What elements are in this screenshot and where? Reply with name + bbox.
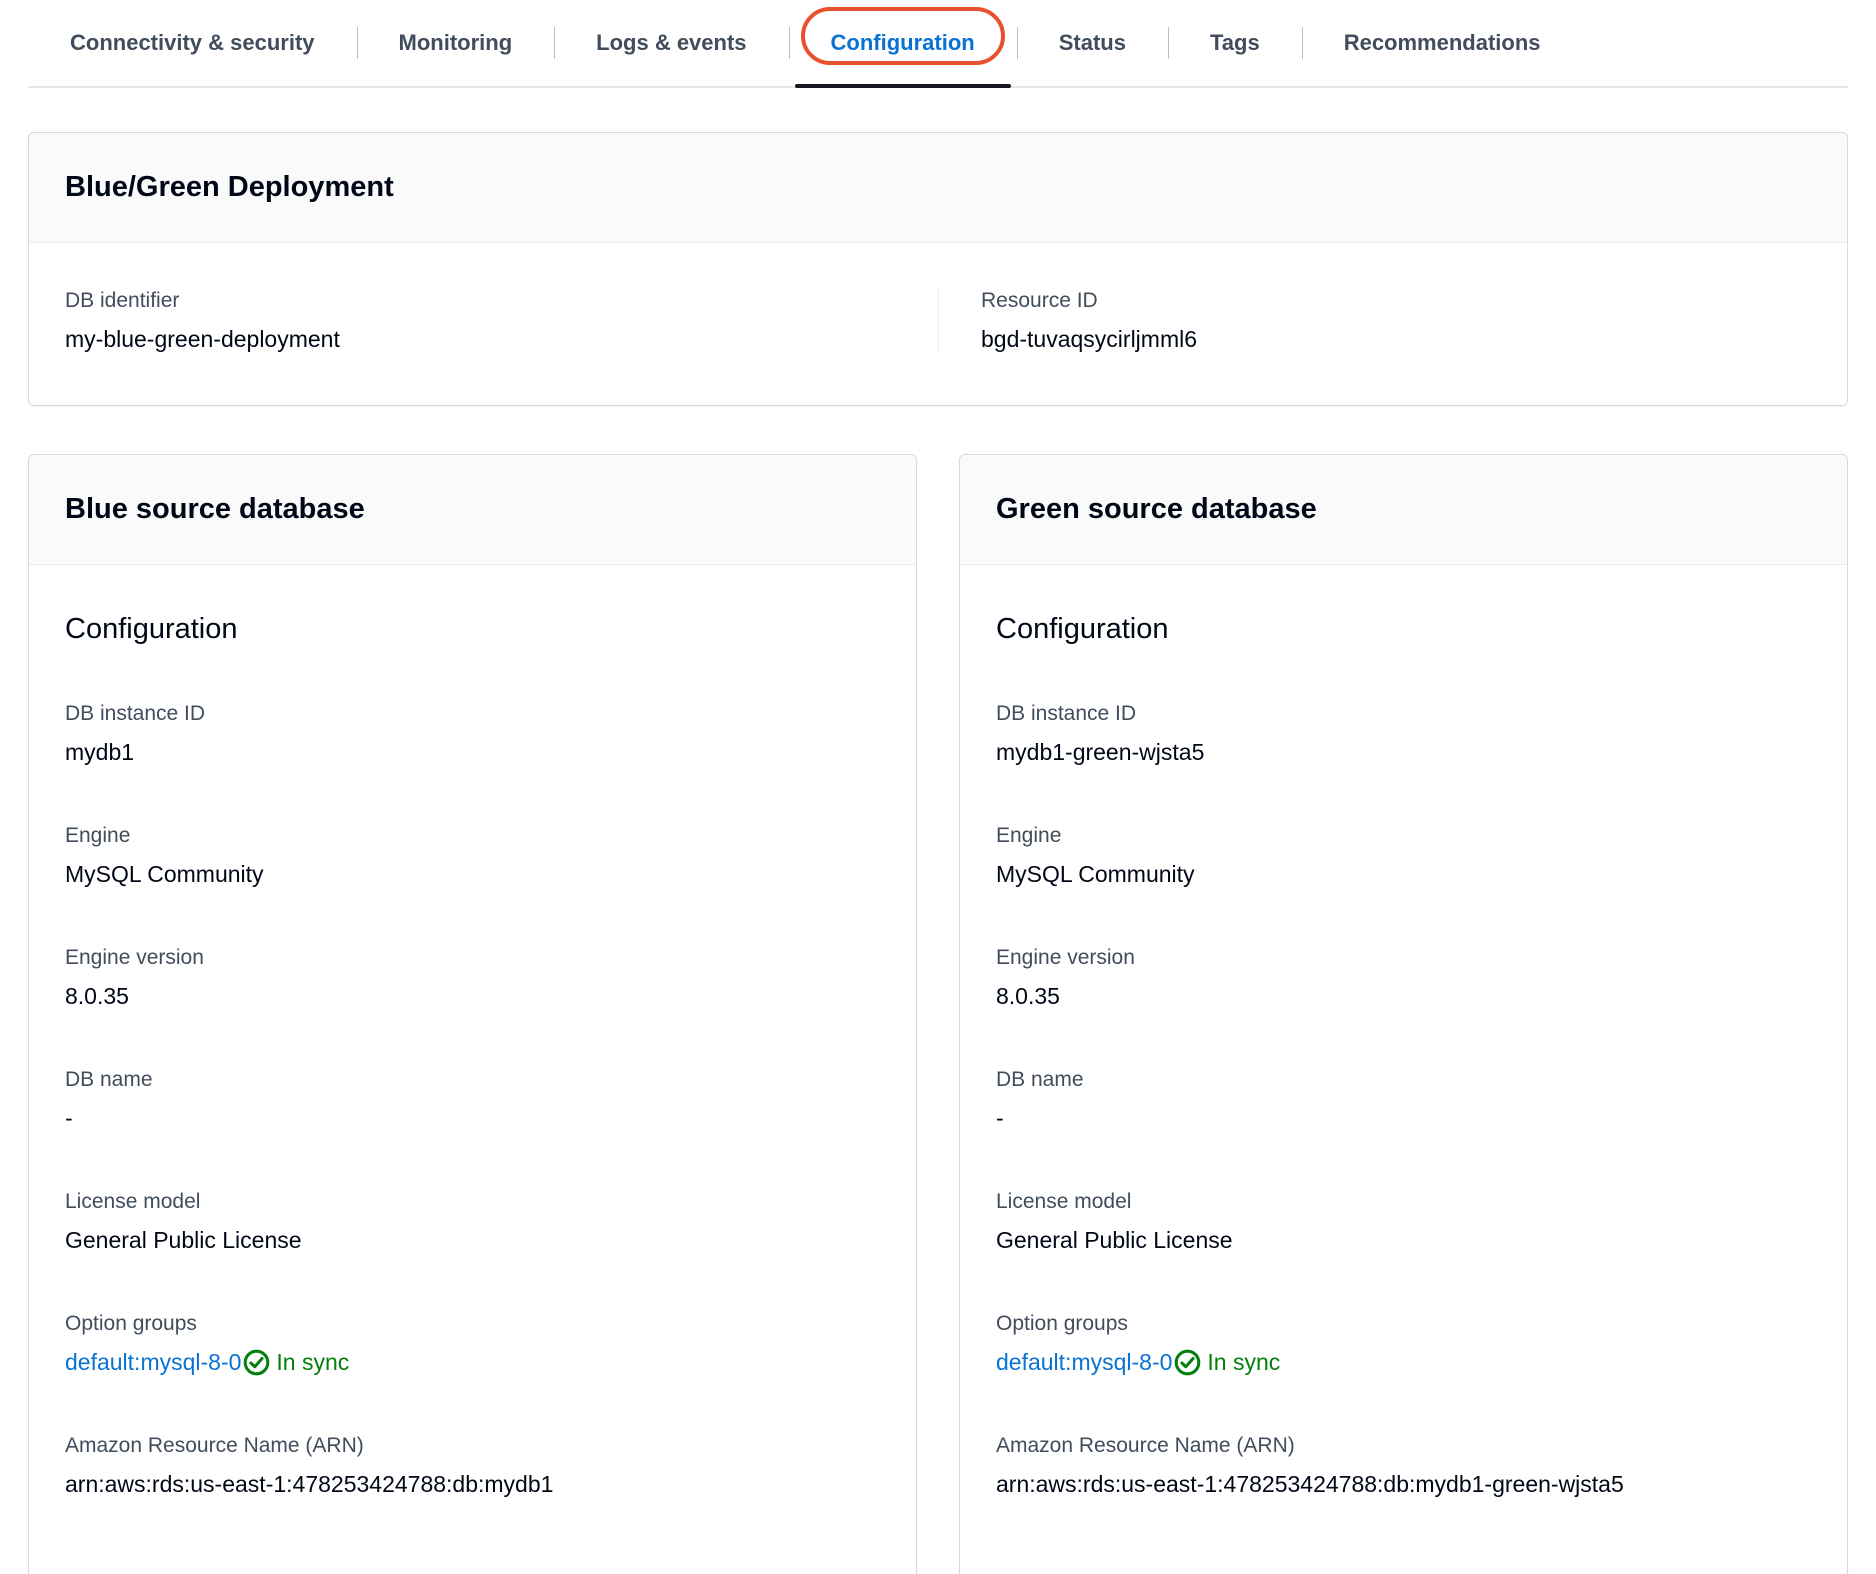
db-identifier-field: DB identifier my-blue-green-deployment [65, 289, 938, 353]
in-sync-label: In sync [1207, 1349, 1280, 1376]
tab-label: Recommendations [1344, 30, 1541, 56]
tab-label: Status [1059, 30, 1126, 56]
section-title: Configuration [996, 613, 1811, 646]
field-label: Amazon Resource Name (ARN) [65, 1434, 880, 1458]
rds-configuration-page: Connectivity & security Monitoring Logs … [0, 0, 1876, 1574]
database-cards-grid: Blue source database Configuration DB in… [28, 454, 1848, 1574]
field-value: 8.0.35 [996, 983, 1811, 1010]
tab-label: Logs & events [596, 30, 746, 56]
card-title: Green source database [996, 493, 1811, 526]
tab-label: Monitoring [399, 30, 513, 56]
field-value: MySQL Community [996, 861, 1811, 888]
field-value: mydb1-green-wjsta5 [996, 739, 1811, 766]
tab-status[interactable]: Status [1017, 0, 1168, 86]
arn-field: Amazon Resource Name (ARN) arn:aws:rds:u… [996, 1434, 1811, 1498]
field-label: Engine [996, 824, 1811, 848]
deployment-card-body: DB identifier my-blue-green-deployment R… [29, 243, 1847, 405]
field-value: General Public License [996, 1227, 1811, 1254]
db-name-field: DB name - [65, 1068, 880, 1132]
engine-version-field: Engine version 8.0.35 [996, 946, 1811, 1010]
card-header: Blue source database [29, 455, 916, 565]
license-model-field: License model General Public License [996, 1190, 1811, 1254]
blue-source-database-card: Blue source database Configuration DB in… [28, 454, 917, 1574]
field-label: Option groups [65, 1312, 880, 1336]
db-instance-id-field: DB instance ID mydb1-green-wjsta5 [996, 702, 1811, 766]
tab-monitoring[interactable]: Monitoring [357, 0, 555, 86]
field-label: Engine version [996, 946, 1811, 970]
field-value: MySQL Community [65, 861, 880, 888]
tab-recommendations[interactable]: Recommendations [1302, 0, 1583, 86]
field-value: my-blue-green-deployment [65, 326, 938, 353]
option-groups-field: Option groups default:mysql-8-0 In sync [65, 1312, 880, 1376]
field-value: arn:aws:rds:us-east-1:478253424788:db:my… [65, 1471, 880, 1498]
tab-tags[interactable]: Tags [1168, 0, 1302, 86]
field-value: General Public License [65, 1227, 880, 1254]
engine-version-field: Engine version 8.0.35 [65, 946, 880, 1010]
tab-connectivity-security[interactable]: Connectivity & security [28, 0, 357, 86]
green-source-database-card: Green source database Configuration DB i… [959, 454, 1848, 1574]
deployment-left-column: DB identifier my-blue-green-deployment [65, 289, 938, 353]
tab-logs-events[interactable]: Logs & events [554, 0, 788, 86]
field-value: - [996, 1105, 1811, 1132]
db-name-field: DB name - [996, 1068, 1811, 1132]
field-label: Engine [65, 824, 880, 848]
field-label: Resource ID [981, 289, 1811, 313]
card-header: Blue/Green Deployment [29, 133, 1847, 243]
in-sync-label: In sync [276, 1349, 349, 1376]
resource-id-field: Resource ID bgd-tuvaqsycirljmml6 [981, 289, 1811, 353]
tab-label: Configuration [831, 30, 975, 56]
tab-configuration[interactable]: Configuration [789, 0, 1017, 86]
field-label: DB identifier [65, 289, 938, 313]
field-value: arn:aws:rds:us-east-1:478253424788:db:my… [996, 1471, 1811, 1498]
section-title: Configuration [65, 613, 880, 646]
field-label: DB instance ID [65, 702, 880, 726]
field-value: mydb1 [65, 739, 880, 766]
license-model-field: License model General Public License [65, 1190, 880, 1254]
option-group-link[interactable]: default:mysql-8-0 [996, 1349, 1172, 1376]
engine-field: Engine MySQL Community [996, 824, 1811, 888]
in-sync-status-icon [1174, 1349, 1201, 1376]
db-instance-id-field: DB instance ID mydb1 [65, 702, 880, 766]
tab-label: Tags [1210, 30, 1260, 56]
field-label: Amazon Resource Name (ARN) [996, 1434, 1811, 1458]
in-sync-status-icon [243, 1349, 270, 1376]
field-label: DB name [996, 1068, 1811, 1092]
card-body: Configuration DB instance ID mydb1-green… [960, 565, 1847, 1538]
engine-field: Engine MySQL Community [65, 824, 880, 888]
field-label: License model [996, 1190, 1811, 1214]
field-label: DB instance ID [996, 702, 1811, 726]
arn-field: Amazon Resource Name (ARN) arn:aws:rds:u… [65, 1434, 880, 1498]
blue-green-deployment-card: Blue/Green Deployment DB identifier my-b… [28, 132, 1848, 406]
field-label: Engine version [65, 946, 880, 970]
tab-label: Connectivity & security [70, 30, 315, 56]
field-value: 8.0.35 [65, 983, 880, 1010]
field-value: - [65, 1105, 880, 1132]
card-body: Configuration DB instance ID mydb1 Engin… [29, 565, 916, 1538]
field-label: Option groups [996, 1312, 1811, 1336]
deployment-right-column: Resource ID bgd-tuvaqsycirljmml6 [938, 289, 1811, 353]
tab-bar: Connectivity & security Monitoring Logs … [28, 0, 1848, 88]
field-label: DB name [65, 1068, 880, 1092]
option-group-link[interactable]: default:mysql-8-0 [65, 1349, 241, 1376]
option-groups-field: Option groups default:mysql-8-0 In sync [996, 1312, 1811, 1376]
card-header: Green source database [960, 455, 1847, 565]
field-value: bgd-tuvaqsycirljmml6 [981, 326, 1811, 353]
field-label: License model [65, 1190, 880, 1214]
card-title: Blue source database [65, 493, 880, 526]
card-title: Blue/Green Deployment [65, 171, 1811, 204]
